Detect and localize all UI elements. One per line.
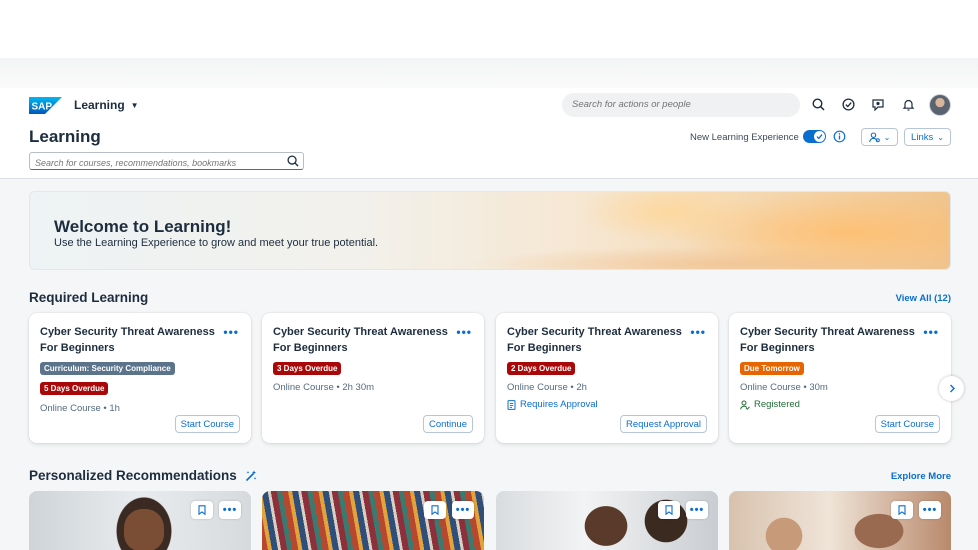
start-course-button[interactable]: Start Course <box>174 415 240 433</box>
approval-status: Requires Approval <box>507 399 598 410</box>
overdue-tag: 3 Days Overdue <box>273 362 342 375</box>
app-title-menu[interactable]: Learning ▼ <box>74 98 139 112</box>
more-options-icon[interactable]: ••• <box>452 501 474 519</box>
continue-button[interactable]: Continue <box>422 415 473 433</box>
top-fade <box>0 58 978 88</box>
sap-logo[interactable]: SAP <box>29 97 62 114</box>
shell-search-input[interactable] <box>562 93 800 117</box>
course-title: Cyber Security Threat Awareness For Begi… <box>740 326 915 354</box>
check-icon <box>816 134 823 140</box>
registered-status-label: Registered <box>754 399 800 410</box>
bell-icon[interactable] <box>898 94 918 114</box>
banner-title: Welcome to Learning! <box>54 217 232 236</box>
joule-assistant-icon[interactable] <box>868 94 888 114</box>
links-menu-button[interactable]: Links ⌄ <box>904 128 951 146</box>
user-avatar[interactable] <box>929 94 951 116</box>
required-learning-title: Required Learning <box>29 290 149 305</box>
course-card[interactable]: Cyber Security Threat Awareness For Begi… <box>496 313 718 443</box>
recommendation-card[interactable]: ••• <box>262 491 484 550</box>
course-title: Cyber Security Threat Awareness For Begi… <box>507 326 682 354</box>
ai-sparkle-icon <box>245 470 257 481</box>
view-all-link[interactable]: View All (12) <box>896 293 951 304</box>
person-settings-icon <box>868 131 880 142</box>
course-image <box>124 509 164 550</box>
course-meta: Online Course • 2h 30m <box>273 382 375 393</box>
app-title-label: Learning <box>74 98 125 112</box>
people-menu-button[interactable]: ⌄ <box>861 128 898 146</box>
course-search-input[interactable] <box>30 155 280 171</box>
explore-more-link[interactable]: Explore More <box>891 471 951 482</box>
more-options-icon[interactable]: ••• <box>223 325 239 339</box>
course-card[interactable]: Cyber Security Threat Awareness For Begi… <box>729 313 951 443</box>
recommendation-card[interactable]: ••• <box>729 491 951 550</box>
curriculum-tag: Curriculum: Security Compliance <box>40 362 175 375</box>
blank-area <box>0 0 978 58</box>
new-experience-toggle[interactable] <box>803 130 826 143</box>
course-card[interactable]: Cyber Security Threat Awareness For Begi… <box>29 313 251 443</box>
more-options-icon[interactable]: ••• <box>219 501 241 519</box>
search-icon[interactable] <box>808 94 828 114</box>
course-meta: Online Course • 30m <box>740 382 828 393</box>
approval-status-label: Requires Approval <box>520 399 598 410</box>
chevron-down-icon: ⌄ <box>883 132 891 142</box>
page-header: Learning New Learning Experience ⌄ Links… <box>0 124 978 179</box>
recommendation-card[interactable]: ••• <box>496 491 718 550</box>
carousel-next-button[interactable] <box>939 376 964 401</box>
course-meta: Online Course • 2h <box>507 382 587 393</box>
welcome-banner: Welcome to Learning! Use the Learning Ex… <box>29 191 951 270</box>
search-icon[interactable] <box>287 155 299 167</box>
links-label: Links <box>911 131 934 143</box>
page-title: Learning <box>29 127 101 146</box>
overdue-tag: 2 Days Overdue <box>507 362 576 375</box>
request-approval-button[interactable]: Request Approval <box>620 415 707 433</box>
recommendation-card[interactable]: ••• <box>29 491 251 550</box>
shell-bar: SAP Learning ▼ <box>0 88 978 124</box>
more-options-icon[interactable]: ••• <box>923 325 939 339</box>
recommendations-title: Personalized Recommendations <box>29 468 257 483</box>
more-options-icon[interactable]: ••• <box>919 501 941 519</box>
document-icon <box>507 399 516 410</box>
bookmark-icon[interactable] <box>891 501 913 519</box>
bookmark-icon[interactable] <box>424 501 446 519</box>
more-options-icon[interactable]: ••• <box>456 325 472 339</box>
chevron-right-icon <box>949 384 955 393</box>
banner-subtitle: Use the Learning Experience to grow and … <box>54 237 379 249</box>
overdue-tag: 5 Days Overdue <box>40 382 109 395</box>
bookmark-icon[interactable] <box>658 501 680 519</box>
more-options-icon[interactable]: ••• <box>690 325 706 339</box>
main-content: Welcome to Learning! Use the Learning Ex… <box>0 180 978 550</box>
more-options-icon[interactable]: ••• <box>686 501 708 519</box>
svg-text:SAP: SAP <box>32 102 53 113</box>
course-card[interactable]: Cyber Security Threat Awareness For Begi… <box>262 313 484 443</box>
start-course-button[interactable]: Start Course <box>874 415 940 433</box>
due-tomorrow-tag: Due Tomorrow <box>740 362 804 375</box>
bookmark-icon[interactable] <box>191 501 213 519</box>
registered-status: Registered <box>740 399 800 410</box>
course-title: Cyber Security Threat Awareness For Begi… <box>273 326 448 354</box>
person-check-icon <box>740 400 750 410</box>
course-search-field[interactable] <box>29 152 304 171</box>
course-meta: Online Course • 1h <box>40 403 120 414</box>
chevron-down-icon: ⌄ <box>937 132 944 142</box>
caret-down-icon: ▼ <box>130 100 139 110</box>
info-icon[interactable] <box>833 130 846 143</box>
course-title: Cyber Security Threat Awareness For Begi… <box>40 326 215 354</box>
recommendations-title-label: Personalized Recommendations <box>29 468 237 483</box>
new-experience-label: New Learning Experience <box>690 132 799 143</box>
task-check-icon[interactable] <box>838 94 858 114</box>
